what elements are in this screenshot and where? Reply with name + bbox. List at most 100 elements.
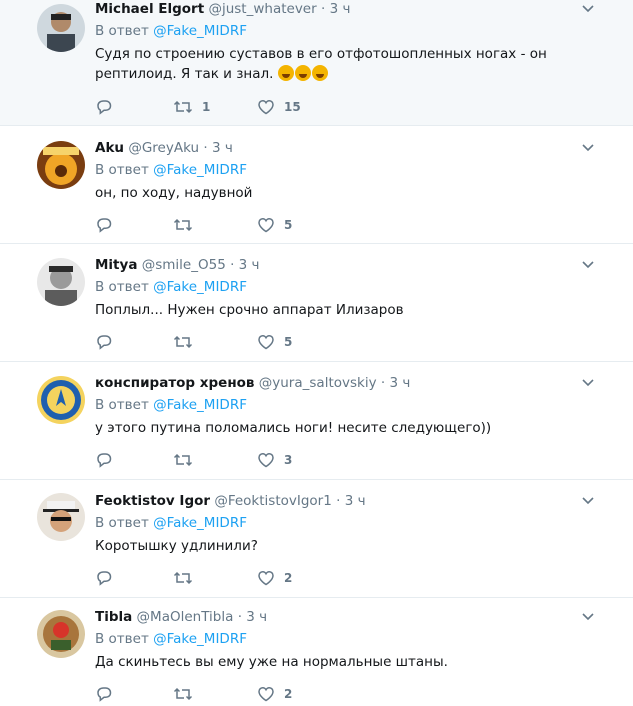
- tweet[interactable]: Tibla @MaOlenTibla · 3 ч В ответ @Fake_M…: [0, 598, 633, 706]
- tweet-header: Michael Elgort @just_whatever · 3 ч: [95, 0, 593, 18]
- user-handle[interactable]: @FeoktistovIgor1: [214, 493, 331, 509]
- tweet-text: Судя по строению суставов в его отфотошо…: [95, 44, 593, 84]
- user-handle[interactable]: @just_whatever: [208, 1, 316, 17]
- reply-mention[interactable]: @Fake_MIDRF: [153, 631, 247, 647]
- separator-dot: ·: [237, 609, 242, 625]
- reply-mention[interactable]: @Fake_MIDRF: [153, 279, 247, 295]
- tweet-header: Aku @GreyAku · 3 ч: [95, 139, 593, 157]
- user-handle[interactable]: @GreyAku: [128, 140, 199, 156]
- reply-icon: [97, 453, 112, 468]
- tweet[interactable]: Aku @GreyAku · 3 ч В ответ @Fake_MIDRF о…: [0, 126, 633, 244]
- reply-icon: [97, 335, 112, 350]
- avatar[interactable]: [37, 4, 85, 52]
- avatar[interactable]: [37, 141, 85, 189]
- reply-button[interactable]: [95, 684, 113, 704]
- user-name[interactable]: Feoktistov Igor: [95, 493, 210, 509]
- tweet-header: Tibla @MaOlenTibla · 3 ч: [95, 608, 593, 626]
- timestamp[interactable]: 3 ч: [330, 1, 351, 17]
- avatar[interactable]: [37, 376, 85, 424]
- reply-icon: [97, 687, 112, 702]
- timestamp[interactable]: 3 ч: [212, 140, 233, 156]
- tweet[interactable]: Mitya @smile_O55 · 3 ч В ответ @Fake_MID…: [0, 244, 633, 362]
- like-count: 5: [284, 335, 293, 349]
- retweet-button[interactable]: [173, 332, 202, 352]
- like-count: 5: [284, 218, 293, 232]
- retweet-button[interactable]: [173, 450, 202, 470]
- timestamp[interactable]: 3 ч: [345, 493, 366, 509]
- separator-dot: ·: [320, 1, 326, 17]
- retweet-button[interactable]: [173, 568, 202, 588]
- tweet-text: Да скиньтесь вы ему уже на нормальные шт…: [95, 654, 448, 670]
- reply-prefix: В ответ: [95, 397, 149, 413]
- chevron-down-icon[interactable]: [581, 4, 595, 14]
- tweet[interactable]: конспиратор хренов @yura_saltovskiy · 3 …: [0, 362, 633, 480]
- retweet-button[interactable]: [173, 684, 202, 704]
- like-button[interactable]: 2: [257, 684, 292, 704]
- reply-context: В ответ @Fake_MIDRF: [95, 630, 593, 648]
- like-button[interactable]: 5: [257, 332, 292, 352]
- like-button[interactable]: 15: [257, 97, 301, 117]
- reply-button[interactable]: [95, 450, 113, 470]
- like-button[interactable]: 5: [257, 215, 292, 235]
- avatar[interactable]: [37, 610, 85, 658]
- avatar[interactable]: [37, 258, 85, 306]
- rofl-emoji-icon: [311, 65, 328, 81]
- reply-mention[interactable]: @Fake_MIDRF: [153, 397, 247, 413]
- like-count: 2: [284, 571, 293, 585]
- timestamp[interactable]: 3 ч: [389, 375, 410, 391]
- retweet-icon: [173, 571, 193, 585]
- heart-icon: [258, 687, 274, 702]
- reply-mention[interactable]: @Fake_MIDRF: [153, 23, 247, 39]
- reply-prefix: В ответ: [95, 515, 149, 531]
- reply-button[interactable]: [95, 215, 113, 235]
- reply-prefix: В ответ: [95, 631, 149, 647]
- heart-icon: [258, 453, 274, 468]
- chevron-down-icon[interactable]: [581, 260, 595, 270]
- tweet-header: Mitya @smile_O55 · 3 ч: [95, 256, 593, 274]
- user-handle[interactable]: @MaOlenTibla: [137, 609, 234, 625]
- like-button[interactable]: 2: [257, 568, 292, 588]
- user-name[interactable]: Michael Elgort: [95, 1, 204, 17]
- reply-prefix: В ответ: [95, 162, 149, 178]
- heart-icon: [258, 571, 274, 586]
- retweet-icon: [173, 453, 193, 467]
- reply-context: В ответ @Fake_MIDRF: [95, 278, 593, 296]
- rofl-emoji-icon: [277, 65, 294, 81]
- tweet-header: Feoktistov Igor @FeoktistovIgor1 · 3 ч: [95, 492, 593, 510]
- tweet[interactable]: Feoktistov Igor @FeoktistovIgor1 · 3 ч В…: [0, 480, 633, 598]
- reply-prefix: В ответ: [95, 23, 149, 39]
- like-button[interactable]: 3: [257, 450, 292, 470]
- retweet-icon: [173, 335, 193, 349]
- user-name[interactable]: конспиратор хренов: [95, 375, 254, 391]
- heart-icon: [258, 100, 274, 115]
- timestamp[interactable]: 3 ч: [246, 609, 267, 625]
- tweet[interactable]: Michael Elgort @just_whatever · 3 ч В от…: [0, 0, 633, 126]
- chevron-down-icon[interactable]: [581, 143, 595, 153]
- user-handle[interactable]: @yura_saltovskiy: [259, 375, 377, 391]
- reply-context: В ответ @Fake_MIDRF: [95, 22, 593, 40]
- chevron-down-icon[interactable]: [581, 378, 595, 388]
- tweet-text: у этого путина поломались ноги! несите с…: [95, 420, 492, 436]
- reply-button[interactable]: [95, 332, 113, 352]
- reply-button[interactable]: [95, 568, 113, 588]
- heart-icon: [258, 218, 274, 233]
- chevron-down-icon[interactable]: [581, 612, 595, 622]
- timestamp[interactable]: 3 ч: [239, 257, 260, 273]
- reply-button[interactable]: [95, 97, 113, 117]
- retweet-button[interactable]: 1: [173, 97, 210, 117]
- user-name[interactable]: Tibla: [95, 609, 132, 625]
- chevron-down-icon[interactable]: [581, 496, 595, 506]
- retweet-button[interactable]: [173, 215, 202, 235]
- user-name[interactable]: Mitya: [95, 257, 137, 273]
- separator-dot: ·: [203, 140, 208, 156]
- reply-mention[interactable]: @Fake_MIDRF: [153, 515, 247, 531]
- reply-mention[interactable]: @Fake_MIDRF: [153, 162, 247, 178]
- retweet-icon: [173, 687, 193, 701]
- like-count: 3: [284, 453, 293, 467]
- user-handle[interactable]: @smile_O55: [142, 257, 226, 273]
- reply-context: В ответ @Fake_MIDRF: [95, 396, 593, 414]
- user-name[interactable]: Aku: [95, 140, 124, 156]
- avatar[interactable]: [37, 493, 85, 541]
- reply-context: В ответ @Fake_MIDRF: [95, 514, 593, 532]
- retweet-icon: [173, 218, 193, 232]
